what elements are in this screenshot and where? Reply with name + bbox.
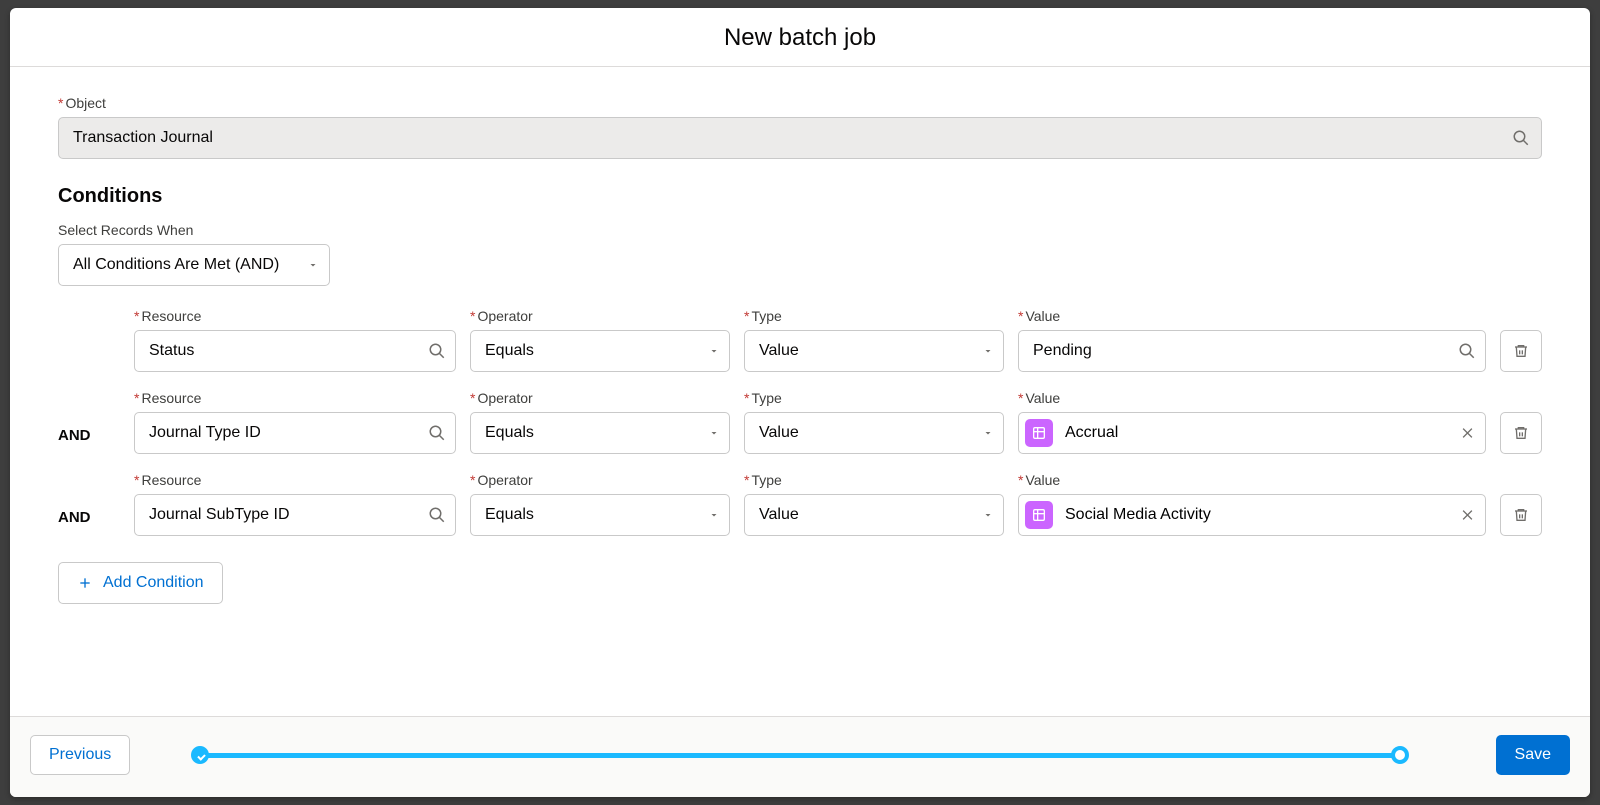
clear-icon[interactable] bbox=[1460, 508, 1475, 523]
resource-field[interactable] bbox=[134, 412, 456, 454]
condition-joiner: AND bbox=[58, 509, 120, 536]
operator-input[interactable] bbox=[470, 330, 730, 372]
resource-field[interactable] bbox=[134, 494, 456, 536]
resource-label: Resource bbox=[134, 390, 456, 406]
value-input[interactable] bbox=[1018, 330, 1486, 372]
select-when-dropdown[interactable]: All Conditions Are Met (AND) bbox=[58, 244, 330, 286]
add-condition-button[interactable]: Add Condition bbox=[58, 562, 223, 604]
trash-icon bbox=[1513, 425, 1529, 441]
operator-input[interactable] bbox=[470, 412, 730, 454]
type-label: Type bbox=[744, 390, 1004, 406]
value-field[interactable] bbox=[1018, 330, 1486, 372]
condition-joiner: AND bbox=[58, 427, 120, 454]
operator-label: Operator bbox=[470, 472, 730, 488]
resource-label: Resource bbox=[134, 472, 456, 488]
resource-label: Resource bbox=[134, 308, 456, 324]
progress-indicator bbox=[190, 744, 1410, 766]
type-input[interactable] bbox=[744, 330, 1004, 372]
type-label: Type bbox=[744, 308, 1004, 324]
search-icon bbox=[1512, 129, 1530, 147]
value-text: Accrual bbox=[1065, 424, 1118, 442]
conditions-heading: Conditions bbox=[58, 185, 1542, 208]
type-input[interactable] bbox=[744, 494, 1004, 536]
add-condition-label: Add Condition bbox=[103, 574, 204, 592]
operator-field[interactable] bbox=[470, 330, 730, 372]
search-icon bbox=[428, 342, 446, 360]
modal-footer: Previous Save bbox=[10, 716, 1590, 797]
type-field[interactable] bbox=[744, 494, 1004, 536]
value-text: Social Media Activity bbox=[1065, 506, 1211, 524]
delete-condition-button[interactable] bbox=[1500, 412, 1542, 454]
chevron-down-icon bbox=[982, 509, 994, 521]
type-field[interactable] bbox=[744, 330, 1004, 372]
value-pill-field[interactable]: Social Media Activity bbox=[1018, 494, 1486, 536]
progress-bar bbox=[198, 753, 1402, 758]
resource-input[interactable] bbox=[134, 494, 456, 536]
operator-field[interactable] bbox=[470, 494, 730, 536]
resource-input[interactable] bbox=[134, 330, 456, 372]
trash-icon bbox=[1513, 507, 1529, 523]
object-label: Object bbox=[58, 95, 1542, 111]
modal-header: New batch job bbox=[10, 8, 1590, 67]
search-icon bbox=[1458, 342, 1476, 360]
clear-icon[interactable] bbox=[1460, 426, 1475, 441]
value-label: Value bbox=[1018, 472, 1486, 488]
progress-step-complete-icon[interactable] bbox=[191, 746, 209, 764]
trash-icon bbox=[1513, 343, 1529, 359]
previous-button[interactable]: Previous bbox=[30, 735, 130, 775]
progress-step-current-icon[interactable] bbox=[1391, 746, 1409, 764]
modal-new-batch-job: New batch job Object Conditions Select R… bbox=[10, 8, 1590, 797]
search-icon bbox=[428, 506, 446, 524]
condition-row: AND Resource Operator bbox=[58, 472, 1542, 536]
modal-title: New batch job bbox=[10, 24, 1590, 52]
type-field[interactable] bbox=[744, 412, 1004, 454]
operator-label: Operator bbox=[470, 308, 730, 324]
chevron-down-icon bbox=[708, 509, 720, 521]
save-button[interactable]: Save bbox=[1496, 735, 1570, 775]
conditions-list: Resource Operator bbox=[58, 308, 1542, 536]
type-input[interactable] bbox=[744, 412, 1004, 454]
value-label: Value bbox=[1018, 390, 1486, 406]
value-pill-field[interactable]: Accrual bbox=[1018, 412, 1486, 454]
object-input[interactable] bbox=[58, 117, 1542, 159]
select-when-value: All Conditions Are Met (AND) bbox=[73, 256, 279, 274]
operator-input[interactable] bbox=[470, 494, 730, 536]
resource-input[interactable] bbox=[134, 412, 456, 454]
chevron-down-icon bbox=[982, 345, 994, 357]
chevron-down-icon bbox=[708, 427, 720, 439]
condition-joiner bbox=[58, 362, 120, 372]
plus-icon bbox=[77, 575, 93, 591]
record-icon bbox=[1025, 501, 1053, 529]
operator-field[interactable] bbox=[470, 412, 730, 454]
delete-condition-button[interactable] bbox=[1500, 330, 1542, 372]
operator-label: Operator bbox=[470, 390, 730, 406]
value-label: Value bbox=[1018, 308, 1486, 324]
chevron-down-icon bbox=[708, 345, 720, 357]
condition-row: Resource Operator bbox=[58, 308, 1542, 372]
condition-row: AND Resource Operator bbox=[58, 390, 1542, 454]
type-label: Type bbox=[744, 472, 1004, 488]
delete-condition-button[interactable] bbox=[1500, 494, 1542, 536]
chevron-down-icon bbox=[982, 427, 994, 439]
resource-field[interactable] bbox=[134, 330, 456, 372]
select-when-label: Select Records When bbox=[58, 222, 1542, 238]
object-lookup[interactable] bbox=[58, 117, 1542, 159]
record-icon bbox=[1025, 419, 1053, 447]
modal-body: Object Conditions Select Records When Al… bbox=[10, 67, 1590, 716]
search-icon bbox=[428, 424, 446, 442]
chevron-down-icon bbox=[307, 259, 319, 271]
